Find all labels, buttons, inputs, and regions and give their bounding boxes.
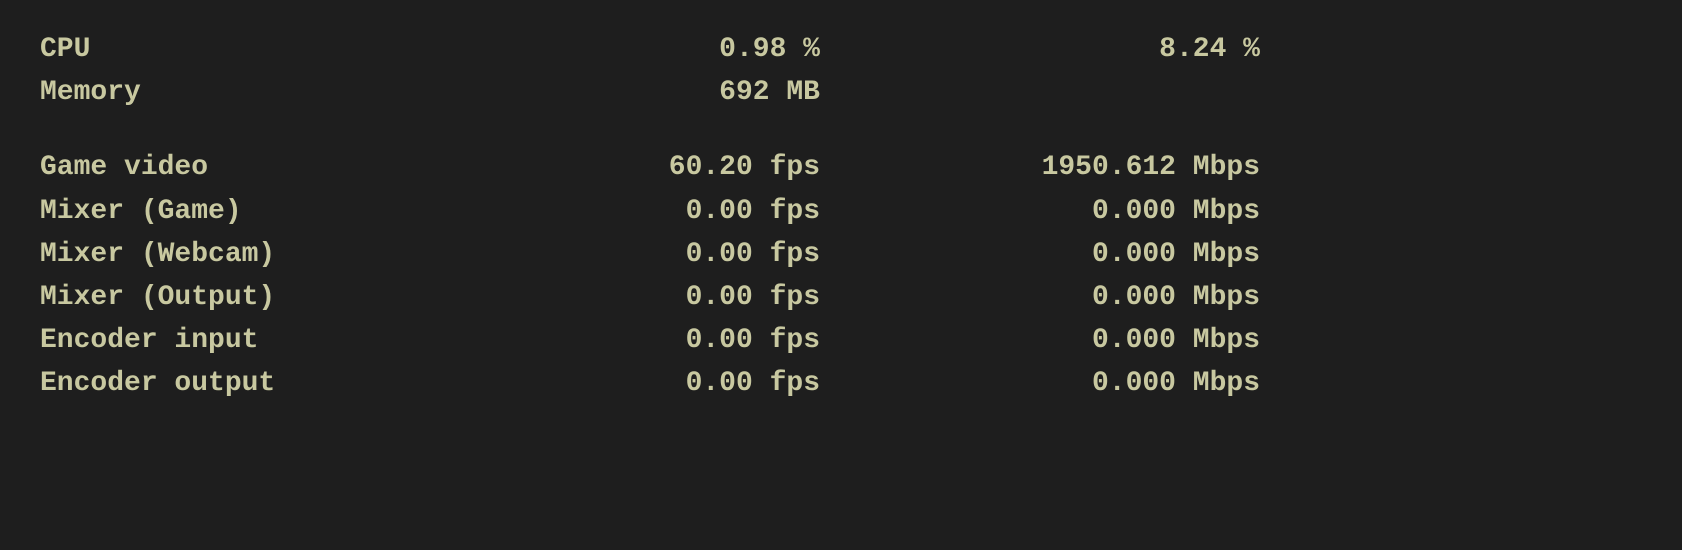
stats-panel: CPU0.98 %8.24 %Memory692 MBGame video60.… <box>40 30 1642 408</box>
row-mixer-webcam: Mixer (Webcam)0.00 fps0.000 Mbps <box>40 235 1642 274</box>
value1-encoder-output: 0.00 fps <box>460 364 840 403</box>
value2-game-video: 1950.612 Mbps <box>840 148 1260 187</box>
value2-mixer-output: 0.000 Mbps <box>840 278 1260 317</box>
value2-encoder-output: 0.000 Mbps <box>840 364 1260 403</box>
value1-cpu: 0.98 % <box>460 30 840 69</box>
label-encoder-input: Encoder input <box>40 321 460 360</box>
value1-mixer-game: 0.00 fps <box>460 192 840 231</box>
row-cpu: CPU0.98 %8.24 % <box>40 30 1642 69</box>
row-memory: Memory692 MB <box>40 73 1642 112</box>
value1-game-video: 60.20 fps <box>460 148 840 187</box>
label-mixer-output: Mixer (Output) <box>40 278 460 317</box>
value2-mixer-game: 0.000 Mbps <box>840 192 1260 231</box>
label-memory: Memory <box>40 73 460 112</box>
value1-mixer-output: 0.00 fps <box>460 278 840 317</box>
value1-encoder-input: 0.00 fps <box>460 321 840 360</box>
row-mixer-output: Mixer (Output)0.00 fps0.000 Mbps <box>40 278 1642 317</box>
label-mixer-webcam: Mixer (Webcam) <box>40 235 460 274</box>
label-mixer-game: Mixer (Game) <box>40 192 460 231</box>
label-cpu: CPU <box>40 30 460 69</box>
row-encoder-input: Encoder input0.00 fps0.000 Mbps <box>40 321 1642 360</box>
value2-encoder-input: 0.000 Mbps <box>840 321 1260 360</box>
value1-mixer-webcam: 0.00 fps <box>460 235 840 274</box>
value2-mixer-webcam: 0.000 Mbps <box>840 235 1260 274</box>
row-encoder-output: Encoder output0.00 fps0.000 Mbps <box>40 364 1642 403</box>
row-spacer <box>40 116 1642 144</box>
label-encoder-output: Encoder output <box>40 364 460 403</box>
row-mixer-game: Mixer (Game)0.00 fps0.000 Mbps <box>40 192 1642 231</box>
row-game-video: Game video60.20 fps1950.612 Mbps <box>40 148 1642 187</box>
value1-memory: 692 MB <box>460 73 840 112</box>
label-game-video: Game video <box>40 148 460 187</box>
value2-cpu: 8.24 % <box>840 30 1260 69</box>
